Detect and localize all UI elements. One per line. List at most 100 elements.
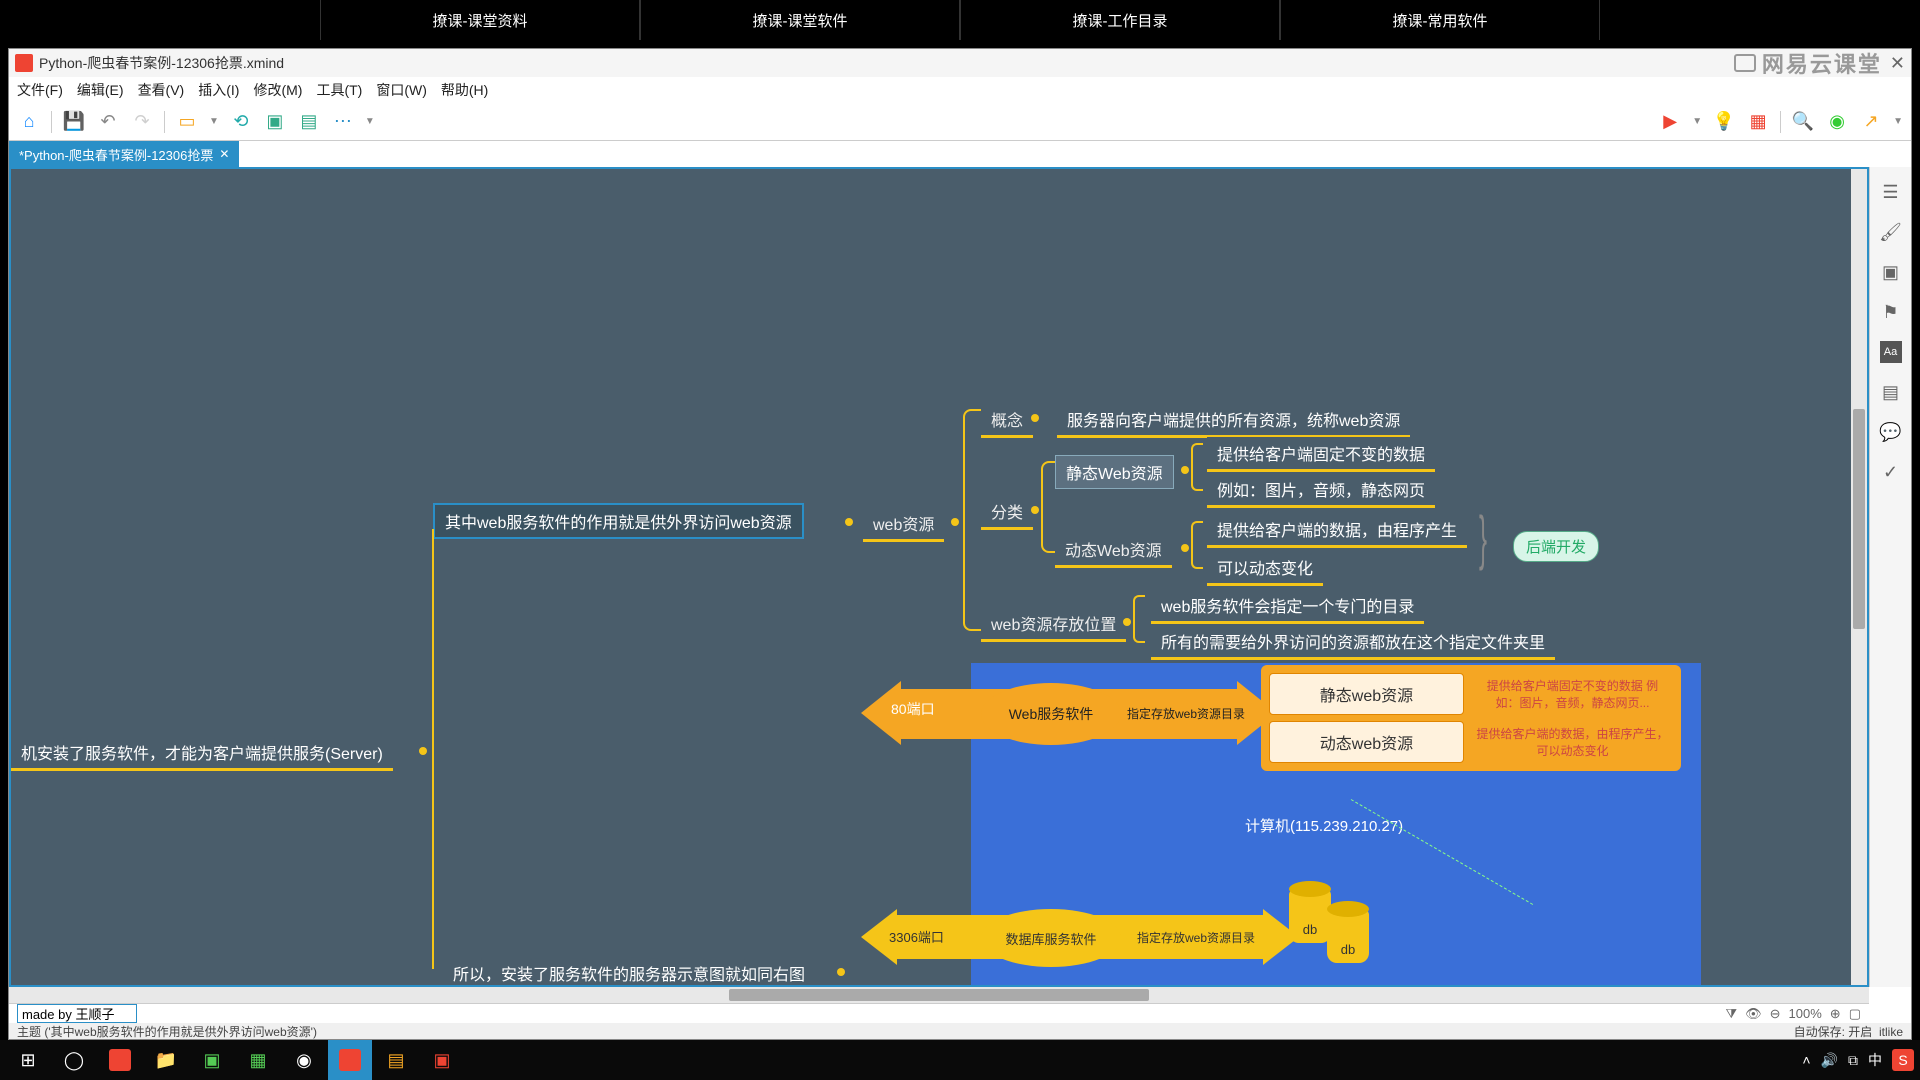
relation-icon[interactable]: ⟲ [229,110,253,134]
file-explorer-icon[interactable]: 📁 [144,1040,188,1080]
volume-icon[interactable]: 🔊 [1821,1052,1838,1069]
mm-node-selected[interactable]: 其中web服务软件的作用就是供外界访问web资源 [433,503,804,539]
doc-tab-active[interactable]: *Python-爬虫春节案例-12306抢票✕ [9,141,239,167]
undo-icon[interactable]: ↶ [96,110,120,134]
search-icon[interactable]: 🔍 [1791,110,1815,134]
mm-node[interactable]: 例如：图片，音频，静态网页 [1207,473,1435,508]
presentation-icon[interactable]: ▶ [1658,110,1682,134]
notes-icon[interactable]: ▤ [1880,381,1902,403]
scrollbar-thumb[interactable] [1853,409,1865,629]
fit-icon[interactable]: ▢ [1849,1006,1861,1022]
vertical-scrollbar[interactable] [1851,169,1867,985]
menu-file[interactable]: 文件(F) [17,80,63,100]
dropdown-icon[interactable]: ▼ [1893,116,1903,127]
boundary-icon[interactable]: ▣ [263,110,287,134]
mm-node[interactable]: 分类 [981,495,1033,530]
gantt-icon[interactable]: ▦ [1746,110,1770,134]
task-icon[interactable]: ✓ [1880,461,1902,483]
mm-node[interactable]: web资源 [863,507,944,542]
dropdown-icon[interactable]: ▼ [209,116,219,127]
outline-icon[interactable]: ☰ [1880,181,1902,203]
titlebar: Python-爬虫春节案例-12306抢票.xmind 网易云课堂 ✕ [9,49,1911,77]
redo-icon[interactable]: ↷ [130,110,154,134]
start-button[interactable]: ⊞ [6,1040,50,1080]
more-icon[interactable]: ⋯ [331,110,355,134]
connector-dot [1031,506,1039,514]
save-icon[interactable]: 💾 [62,110,86,134]
connector-dot [1031,414,1039,422]
image-icon[interactable]: ▣ [1880,261,1902,283]
host-tab[interactable]: 撩课-课堂资料 [320,0,640,40]
dropdown-icon[interactable]: ▼ [365,116,375,127]
mm-node[interactable]: 提供给客户端的数据，由程序产生 [1207,513,1467,548]
mm-node[interactable]: 提供给客户端固定不变的数据 [1207,437,1435,472]
idea-icon[interactable]: 💡 [1712,110,1736,134]
menu-modify[interactable]: 修改(M) [253,80,302,100]
tray-chevron-icon[interactable]: ˄ [1802,1052,1810,1068]
mm-node[interactable]: 可以动态变化 [1207,551,1323,586]
connector-bracket [1191,521,1203,569]
menu-edit[interactable]: 编辑(E) [77,80,124,100]
zoom-level: 100% [1789,1006,1822,1021]
menu-window[interactable]: 窗口(W) [376,80,427,100]
host-tab[interactable]: 撩课-工作目录 [960,0,1280,40]
mm-node[interactable]: 动态Web资源 [1055,533,1172,568]
menu-insert[interactable]: 插入(I) [198,80,239,100]
mm-node[interactable]: 机安装了服务软件，才能为客户端提供服务(Server) [11,736,393,771]
separator [164,111,165,133]
format-icon[interactable]: 🖌 [1880,221,1902,243]
filter-icon[interactable]: ⧩ [1726,1006,1738,1022]
host-tab[interactable]: 撩课-课堂软件 [640,0,960,40]
taskbar-app[interactable]: ▦ [236,1040,280,1080]
mm-node-hover[interactable]: 静态Web资源 [1055,455,1174,489]
taskbar-app[interactable]: ▤ [374,1040,418,1080]
author-input[interactable] [17,1004,137,1023]
summary-icon[interactable]: ▤ [297,110,321,134]
taskbar-app[interactable] [98,1040,142,1080]
connector-dot [1181,544,1189,552]
xmind-app-icon [15,54,33,72]
comments-icon[interactable]: 💬 [1880,421,1902,443]
horizontal-scrollbar[interactable] [9,987,1869,1003]
mm-node[interactable]: 所以，安装了服务软件的服务器示意图就如同右图 [443,957,815,987]
home-icon[interactable]: ⌂ [17,110,41,134]
export-icon[interactable]: ↗ [1859,110,1883,134]
db-cylinder-icon: db [1327,909,1369,963]
folder-icon[interactable]: ▭ [175,110,199,134]
mm-node[interactable]: 概念 [981,403,1033,438]
separator [51,111,52,133]
menu-help[interactable]: 帮助(H) [441,80,488,100]
zoom-out-icon[interactable]: ⊖ [1770,1006,1781,1022]
ime-indicator[interactable]: 中 [1868,1050,1882,1070]
mm-node[interactable]: 服务器向客户端提供的所有资源，统称web资源 [1057,403,1410,438]
share-icon[interactable]: ◉ [1825,110,1849,134]
connector-bracket [1133,595,1145,643]
taskbar-app[interactable]: ▣ [420,1040,464,1080]
xmind-taskbar-icon[interactable] [328,1040,372,1080]
status-bar: 主题 ('其中web服务软件的作用就是供外界访问web资源') 自动保存: 开启… [9,1023,1911,1039]
mindmap-canvas[interactable]: 机安装了服务软件，才能为客户端提供服务(Server) 机安装了对应的客户端软件… [9,167,1869,987]
chrome-icon[interactable]: ◉ [282,1040,326,1080]
taskbar-app[interactable]: ▣ [190,1040,234,1080]
mm-callout[interactable]: 后端开发 [1513,531,1599,562]
mm-node[interactable]: 所有的需要给外界访问的资源都放在这个指定文件夹里 [1151,625,1555,660]
brace-icon: } [1479,503,1487,572]
menu-tools[interactable]: 工具(T) [316,80,362,100]
zoom-in-icon[interactable]: ⊕ [1830,1006,1841,1022]
windows-taskbar: ⊞ ◯ 📁 ▣ ▦ ◉ ▤ ▣ ˄ 🔊 ⧉ 中 S [0,1040,1920,1080]
tab-close-icon[interactable]: ✕ [219,147,229,161]
diagram-note: 提供给客户端的数据，由程序产生， 可以动态变化 [1472,721,1673,763]
cortana-icon[interactable]: ◯ [52,1040,96,1080]
network-icon[interactable]: ⧉ [1848,1052,1858,1069]
host-tab[interactable]: 撩课-常用软件 [1280,0,1600,40]
marker-icon[interactable]: ⚑ [1880,301,1902,323]
eye-icon[interactable]: 👁 [1745,1006,1762,1022]
scrollbar-thumb[interactable] [729,989,1149,1001]
sogou-ime-icon[interactable]: S [1892,1049,1914,1071]
dropdown-icon[interactable]: ▼ [1692,116,1702,127]
menu-view[interactable]: 查看(V) [138,80,185,100]
mm-node[interactable]: web资源存放位置 [981,607,1126,642]
close-icon[interactable]: ✕ [1890,53,1905,74]
mm-node[interactable]: web服务软件会指定一个专门的目录 [1151,589,1424,624]
label-icon[interactable]: Aa [1880,341,1902,363]
